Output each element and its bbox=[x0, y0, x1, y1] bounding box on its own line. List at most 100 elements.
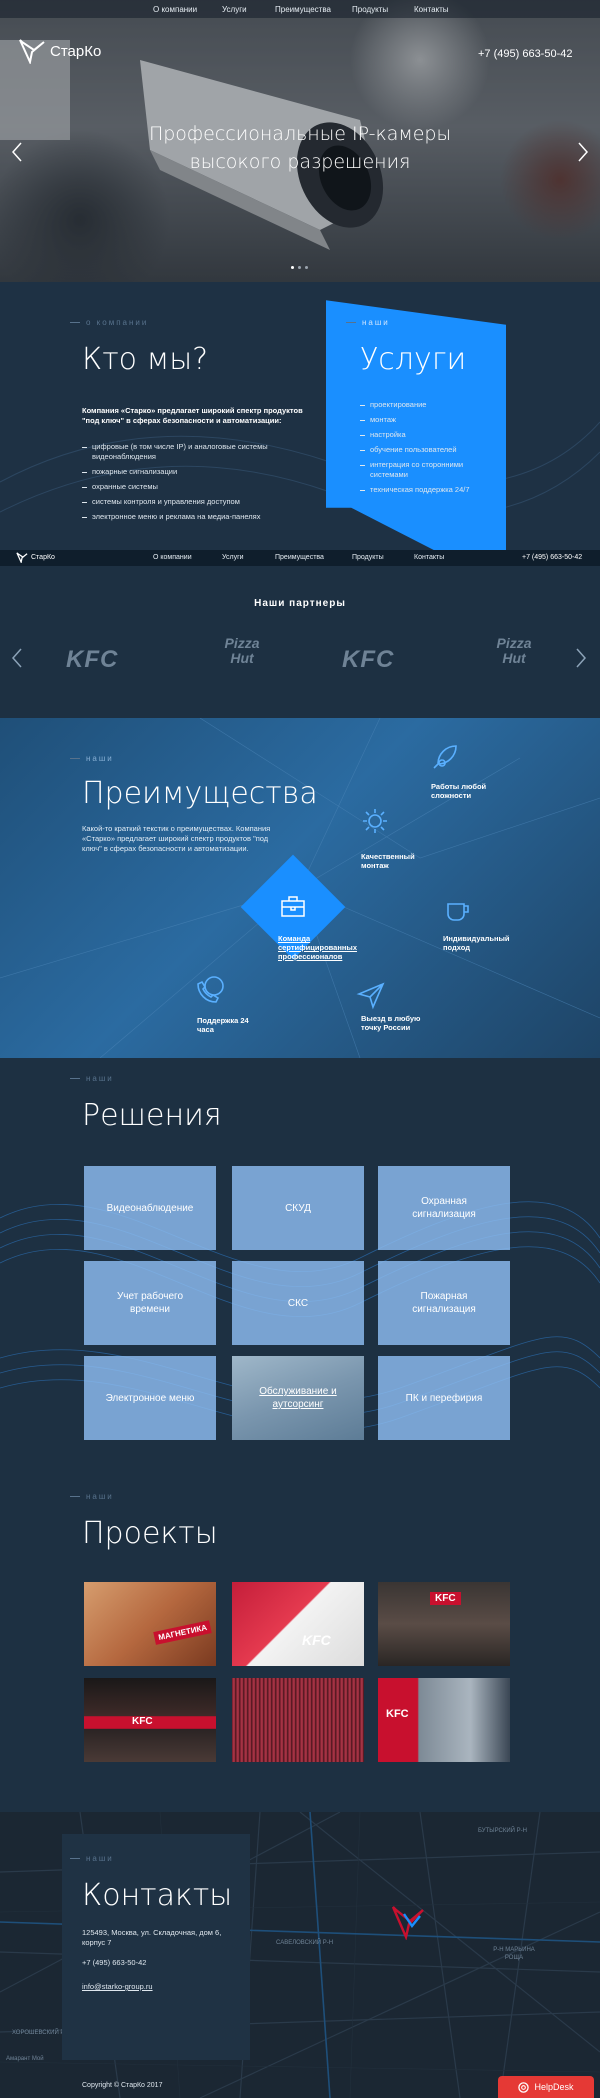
about-list-item: охранные системы bbox=[82, 482, 302, 492]
projects-title: Проекты bbox=[82, 1516, 218, 1551]
advantage-travel-label: Выезд в любую точку России bbox=[361, 1014, 421, 1032]
solution-tile-sks[interactable]: СКС bbox=[232, 1261, 364, 1345]
solution-tile-pc[interactable]: ПК и перефирия bbox=[378, 1356, 510, 1440]
contacts-phone[interactable]: +7 (495) 663-50-42 bbox=[82, 1958, 146, 1967]
chevron-right-icon bbox=[578, 142, 589, 162]
sticky-logo[interactable]: СтарКо bbox=[16, 552, 55, 563]
advantages-text: Какой-то краткий текстик о преимуществах… bbox=[82, 824, 271, 853]
hero-prev-arrow[interactable] bbox=[11, 142, 22, 162]
helpdesk-button[interactable]: HelpDesk bbox=[498, 2076, 594, 2098]
hero-next-arrow[interactable] bbox=[578, 142, 589, 162]
map-label-butyrsky: БУТЫРСКИЙ Р-Н bbox=[478, 1828, 527, 1834]
solution-tile-video[interactable]: Видеонаблюдение bbox=[84, 1166, 216, 1250]
logo[interactable]: СтарКо bbox=[18, 38, 101, 64]
about-list-item: электронное меню и реклама на медиа-пане… bbox=[82, 512, 302, 522]
project-thumb[interactable]: МАГНЕТИКА bbox=[84, 1582, 216, 1666]
hero-dot[interactable] bbox=[291, 266, 294, 269]
about-section: о компании Кто мы? Компания «Старко» пре… bbox=[0, 282, 600, 550]
advantage-support-label: Поддержка 24 часа bbox=[197, 1016, 249, 1034]
services-list-item: техническая поддержка 24/7 bbox=[360, 485, 490, 495]
hero-title: Профессиональные IP-камеры высокого разр… bbox=[100, 120, 500, 176]
hero-dot[interactable] bbox=[305, 266, 308, 269]
advantage-complexity-label: Работы любой сложности bbox=[431, 782, 487, 800]
solution-tile-service[interactable]: Обслуживание и аутсорсинг bbox=[232, 1356, 364, 1440]
about-label: о компании bbox=[70, 318, 148, 327]
logo-icon bbox=[16, 552, 28, 563]
services-list-item: обучение пользователей bbox=[360, 445, 490, 455]
advantage-team-label: Команда сертифицированных профессионалов bbox=[278, 934, 357, 961]
developer-credit[interactable]: Амарант Мой bbox=[6, 2056, 44, 2062]
hero-dot[interactable] bbox=[298, 266, 301, 269]
contacts-label: наши bbox=[70, 1854, 114, 1863]
services-list-item: монтаж bbox=[360, 415, 490, 425]
solution-tile-fire-alarm[interactable]: Пожарная сигнализация bbox=[378, 1261, 510, 1345]
advantage-individual-label: Индивидуальный подход bbox=[443, 934, 510, 952]
hero-title-line2: высокого разрешения bbox=[189, 151, 411, 173]
send-icon bbox=[356, 982, 385, 1010]
rocket-icon bbox=[433, 745, 457, 769]
projects-section: наши Проекты МАГНЕТИКА KFC KFC KFC KFC bbox=[0, 1470, 600, 1812]
advantages-section: наши Преимущества Какой-то краткий текст… bbox=[0, 718, 600, 1058]
solutions-section: наши Решения Видеонаблюдение СКУД Охранн… bbox=[0, 1058, 600, 1470]
project-thumb-sign: KFC bbox=[132, 1716, 153, 1727]
project-thumb[interactable]: KFC bbox=[378, 1582, 510, 1666]
sticky-nav-products[interactable]: Продукты bbox=[352, 554, 384, 561]
lifebuoy-icon bbox=[518, 2081, 530, 2093]
contacts-email[interactable]: info@starko-group.ru bbox=[82, 1982, 153, 1991]
nav-link-products[interactable]: Продукты bbox=[352, 5, 388, 14]
nav-link-about[interactable]: О компании bbox=[153, 5, 197, 14]
map-marker-logo-icon[interactable] bbox=[390, 1904, 426, 1940]
solution-tile-e-menu[interactable]: Электронное меню bbox=[84, 1356, 216, 1440]
projects-label: наши bbox=[70, 1492, 114, 1501]
project-thumb[interactable] bbox=[232, 1678, 364, 1762]
about-title: Кто мы? bbox=[82, 342, 209, 377]
sticky-logo-text: СтарКо bbox=[31, 554, 55, 561]
project-thumb[interactable]: KFC bbox=[232, 1582, 364, 1666]
advantages-title: Преимущества bbox=[82, 776, 318, 811]
sticky-nav-advantages[interactable]: Преимущества bbox=[275, 554, 324, 561]
nav-link-services[interactable]: Услуги bbox=[222, 5, 247, 14]
nav-link-advantages[interactable]: Преимущества bbox=[275, 5, 331, 14]
partner-logo-kfc: KFC bbox=[342, 646, 395, 673]
partners-next-arrow[interactable] bbox=[576, 648, 587, 673]
nav-link-contacts[interactable]: Контакты bbox=[414, 5, 449, 14]
sticky-phone[interactable]: +7 (495) 663-50-42 bbox=[522, 554, 582, 561]
partners-section: Наши партнеры KFC Pizza Hut KFC Pizza Hu… bbox=[0, 566, 600, 718]
tools-icon bbox=[363, 809, 387, 833]
partner-logo-pizzahut: Pizza Hut bbox=[496, 635, 532, 666]
hero-dots bbox=[291, 266, 308, 269]
partners-prev-arrow[interactable] bbox=[11, 648, 22, 673]
advantages-label: наши bbox=[70, 754, 114, 763]
project-thumb-sign: МАГНЕТИКА bbox=[153, 1620, 213, 1645]
map-label-maryina-roshcha: Р-Н МАРЬИНА РОЩА bbox=[493, 1947, 535, 1961]
map-label-savelovsky: САВЕЛОВСКИЙ Р-Н bbox=[276, 1940, 334, 1946]
contacts-section: БУТЫРСКИЙ Р-Н САВЕЛОВСКИЙ Р-Н Р-Н МАРЬИН… bbox=[0, 1812, 600, 2098]
sticky-nav-about[interactable]: О компании bbox=[153, 554, 192, 561]
partner-logo-pizzahut: Pizza Hut bbox=[224, 635, 260, 666]
about-list-item: цифровые (в том числе IP) и аналоговые с… bbox=[82, 442, 302, 462]
chevron-right-icon bbox=[576, 648, 587, 668]
services-list-item: интеграция со сторонними системами bbox=[360, 460, 490, 480]
solutions-label: наши bbox=[70, 1074, 114, 1083]
project-thumb[interactable]: KFC bbox=[84, 1678, 216, 1762]
hero: О компании Услуги Преимущества Продукты … bbox=[0, 0, 600, 282]
about-list-item: системы контроля и управления доступом bbox=[82, 497, 302, 507]
chevron-left-icon bbox=[11, 648, 22, 668]
solution-tile-security-alarm[interactable]: Охранная сигнализация bbox=[378, 1166, 510, 1250]
solution-tile-skud[interactable]: СКУД bbox=[232, 1166, 364, 1250]
partners-title: Наши партнеры bbox=[254, 598, 346, 609]
project-thumb-sign: KFC bbox=[302, 1632, 331, 1648]
services-label: наши bbox=[346, 318, 390, 327]
solutions-title: Решения bbox=[82, 1098, 222, 1133]
project-thumb[interactable]: KFC bbox=[378, 1678, 510, 1762]
advantage-quality-label: Качественный монтаж bbox=[361, 852, 415, 870]
solution-tile-time-tracking[interactable]: Учет рабочего времени bbox=[84, 1261, 216, 1345]
coffee-cup-icon bbox=[447, 903, 469, 921]
header-phone[interactable]: +7 (495) 663-50-42 bbox=[478, 48, 572, 60]
project-thumb-sign: KFC bbox=[430, 1592, 461, 1605]
contacts-address: 125493, Москва, ул. Складочная, дом 6, к… bbox=[82, 1928, 222, 1947]
sticky-nav-services[interactable]: Услуги bbox=[222, 554, 244, 561]
hero-title-line1: Профессиональные IP-камеры bbox=[148, 123, 452, 145]
about-list: цифровые (в том числе IP) и аналоговые с… bbox=[82, 442, 302, 527]
sticky-nav-contacts[interactable]: Контакты bbox=[414, 554, 444, 561]
